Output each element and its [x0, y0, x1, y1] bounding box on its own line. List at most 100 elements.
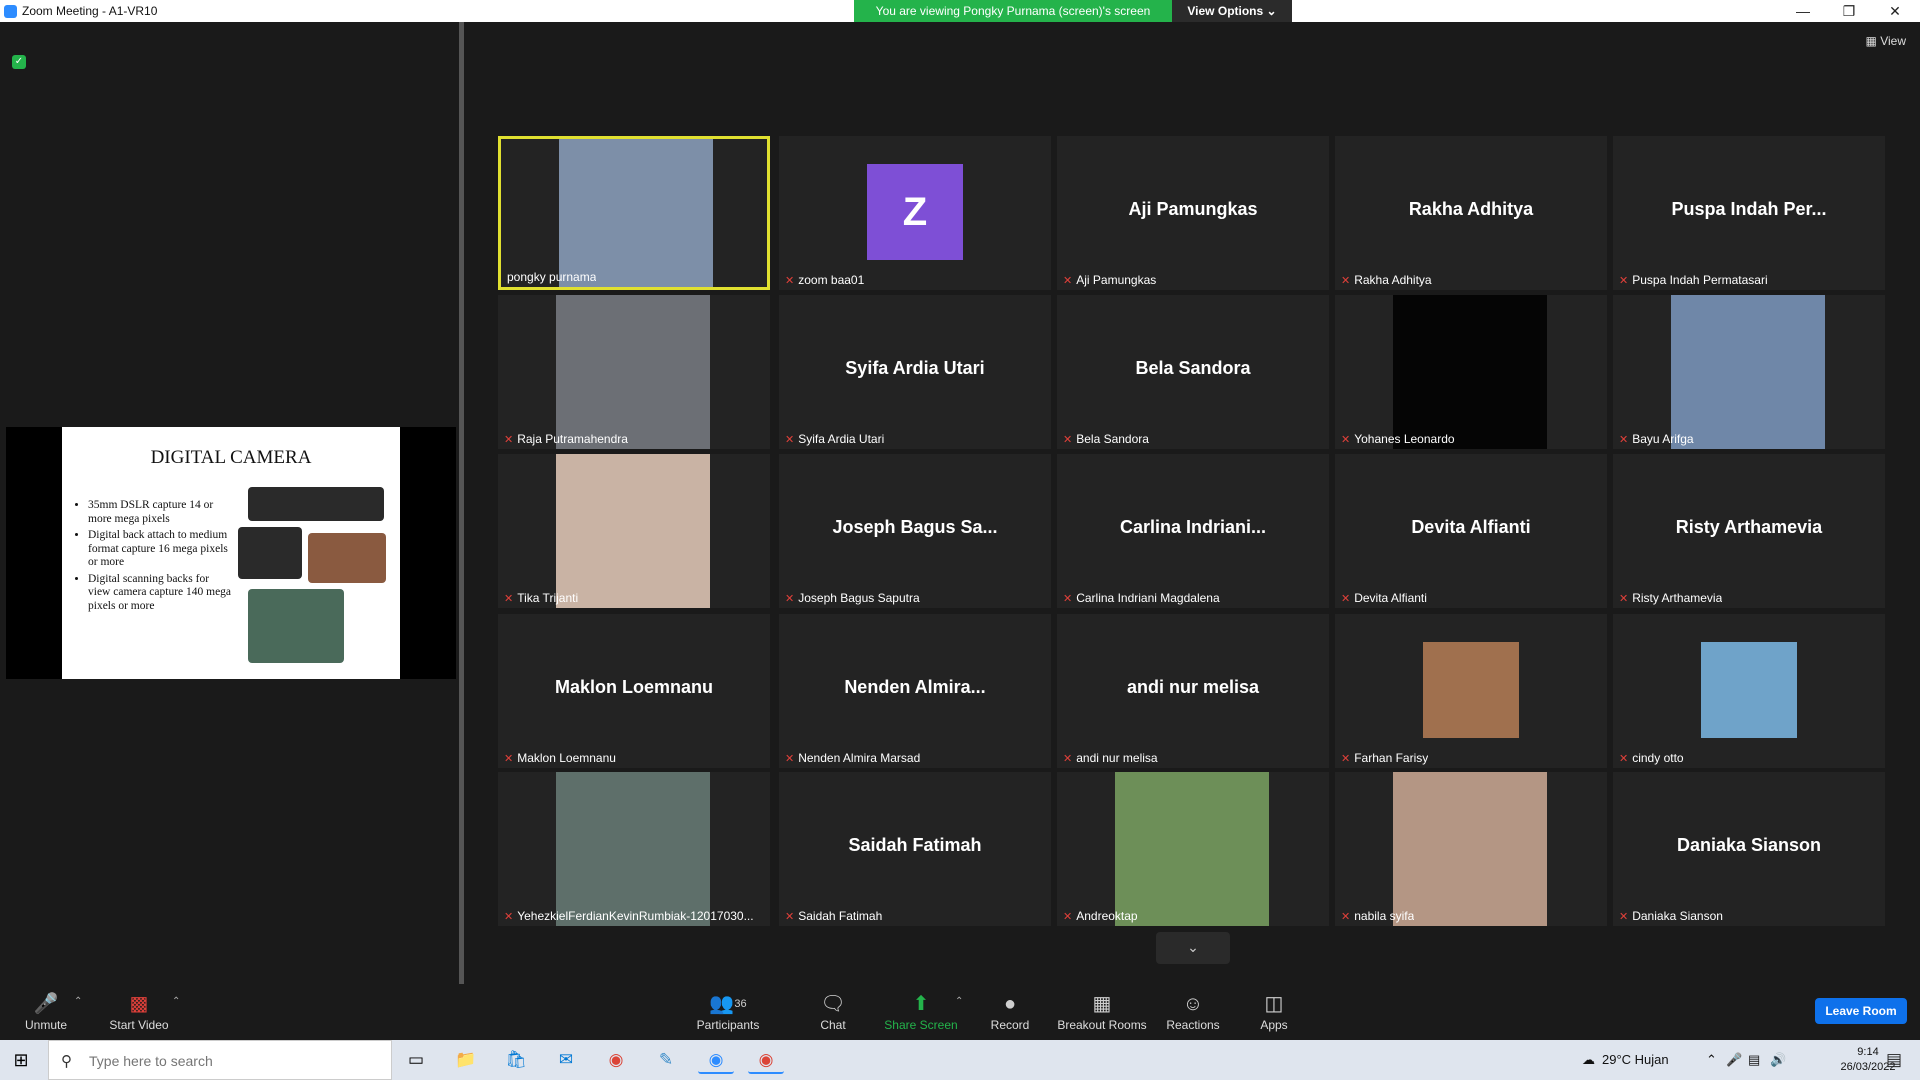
store-icon[interactable]: 🛍 — [498, 1046, 534, 1074]
chat-button[interactable]: 🗨 Chat — [808, 992, 858, 1032]
volume-icon[interactable]: 🔊 — [1770, 1052, 1786, 1068]
participant-name: Tika Trijanti — [517, 591, 579, 605]
restore-icon[interactable]: ❐ — [1826, 0, 1872, 22]
task-view-icon[interactable]: ▭ — [398, 1046, 434, 1074]
participant-name-label: ✕ Risty Arthamevia — [1619, 591, 1722, 605]
microphone-icon[interactable]: 🎤 — [1726, 1052, 1742, 1068]
participant-tile[interactable]: Carlina Indriani... ✕ Carlina Indriani Mag… — [1057, 454, 1329, 608]
notifications-icon[interactable]: ▤ — [1876, 1046, 1912, 1074]
chrome-taskbar-icon[interactable]: ◉ — [748, 1046, 784, 1074]
participant-name-label: ✕ Tika Trijanti — [504, 591, 578, 605]
participant-tile[interactable]: andi nur melisa ✕ andi nur melisa — [1057, 614, 1329, 768]
participant-tile[interactable]: ✕ Farhan Farisy — [1335, 614, 1607, 768]
taskbar-search-box[interactable]: ⚲ — [48, 1040, 392, 1080]
record-button[interactable]: ● Record — [986, 992, 1034, 1032]
weather-icon[interactable]: ☁ — [1582, 1052, 1595, 1068]
app-icon[interactable]: ✎ — [648, 1046, 684, 1074]
participant-tile[interactable]: Bela Sandora ✕ Bela Sandora — [1057, 295, 1329, 449]
share-screen-button[interactable]: ⬆ Share Screen — [880, 992, 962, 1032]
participant-video — [556, 772, 710, 926]
unmute-button[interactable]: 🎤 Unmute — [22, 992, 70, 1032]
participant-tile[interactable]: ✕ Bayu Arifga — [1613, 295, 1885, 449]
audio-options-caret-icon[interactable]: ⌃ — [74, 996, 82, 1007]
pane-splitter[interactable] — [459, 22, 464, 984]
participants-button[interactable]: 👥36 Participants — [692, 992, 764, 1032]
participant-tile[interactable]: ✕ Andreoktap — [1057, 772, 1329, 926]
participant-tile[interactable]: ✕ YehezkielFerdianKevinRumbiak-12017030..… — [498, 772, 770, 926]
participants-icon: 👥36 — [709, 993, 747, 1015]
minimize-icon[interactable]: — — [1780, 0, 1826, 22]
participant-video — [556, 295, 710, 449]
shared-screen-view[interactable]: DIGITAL CAMERA 35mm DSLR capture 14 or m… — [6, 427, 456, 679]
participant-display-name: Carlina Indriani... — [1119, 517, 1267, 537]
participant-tile[interactable]: Syifa Ardia Utari ✕ Syifa Ardia Utari — [779, 295, 1051, 449]
participant-tile[interactable]: ✕ Raja Putramahendra — [498, 295, 770, 449]
participant-tile[interactable]: pongky purnama — [498, 136, 770, 290]
slide-bullet: 35mm DSLR capture 14 or more mega pixels — [88, 499, 233, 526]
view-options-label: View Options — [1187, 4, 1264, 18]
participant-tile[interactable]: ✕ nabila syifa — [1335, 772, 1607, 926]
muted-mic-icon: ✕ — [1341, 753, 1351, 765]
participant-tile[interactable]: Devita Alfianti ✕ Devita Alfianti — [1335, 454, 1607, 608]
participant-name: Andreoktap — [1076, 909, 1138, 923]
participant-tile[interactable]: Risty Arthamevia ✕ Risty Arthamevia — [1613, 454, 1885, 608]
participant-tile[interactable]: ✕ Tika Trijanti — [498, 454, 770, 608]
grid-icon: ▦ — [1865, 34, 1877, 48]
participant-tile[interactable]: ✕ cindy otto — [1613, 614, 1885, 768]
taskbar-search-input[interactable] — [89, 1050, 379, 1072]
participant-name: Yohanes Leonardo — [1354, 432, 1455, 446]
participant-name: cindy otto — [1632, 751, 1684, 765]
shared-screen-pane[interactable]: ✓ DIGITAL CAMERA 35mm DSLR capture 14 or… — [0, 22, 460, 984]
muted-mic-icon: ✕ — [1063, 434, 1073, 446]
reactions-button[interactable]: ☺ Reactions — [1164, 992, 1222, 1032]
view-options-button[interactable]: View Options ⌄ — [1172, 0, 1292, 22]
chrome-icon[interactable]: ◉ — [598, 1046, 634, 1074]
participant-display-name: Rakha Adhitya — [1408, 199, 1534, 219]
participant-display-name: Risty Arthamevia — [1675, 517, 1823, 537]
participant-name-label: ✕ Saidah Fatimah — [785, 909, 882, 923]
weather-text[interactable]: 29°C Hujan — [1602, 1052, 1669, 1067]
gallery-next-page-button[interactable]: ⌄ — [1156, 932, 1230, 964]
muted-mic-icon: ✕ — [1619, 911, 1629, 923]
participant-tile[interactable]: Nenden Almira... ✕ Nenden Almira Marsad — [779, 614, 1051, 768]
mail-icon[interactable]: ✉ — [548, 1046, 584, 1074]
apps-button[interactable]: ◫ Apps — [1254, 992, 1294, 1032]
participant-profile-picture — [1701, 642, 1797, 738]
participant-tile[interactable]: Z ✕ zoom baa01 — [779, 136, 1051, 290]
participant-tile[interactable]: Daniaka Sianson ✕ Daniaka Sianson — [1613, 772, 1885, 926]
participant-display-name: Daniaka Sianson — [1676, 835, 1822, 855]
muted-mic-icon: ✕ — [785, 275, 795, 287]
participant-display-name: Maklon Loemnanu — [554, 677, 713, 697]
participant-tile[interactable]: ✕ Yohanes Leonardo — [1335, 295, 1607, 449]
muted-mic-icon: ✕ — [504, 434, 514, 446]
network-icon[interactable]: ▤ — [1748, 1052, 1760, 1068]
participant-tile[interactable]: Saidah Fatimah ✕ Saidah Fatimah — [779, 772, 1051, 926]
participant-tile[interactable]: Joseph Bagus Sa... ✕ Joseph Bagus Saputra — [779, 454, 1051, 608]
muted-mic-icon: ✕ — [1341, 275, 1351, 287]
muted-mic-icon: ✕ — [1341, 593, 1351, 605]
participant-display-name: andi nur melisa — [1126, 677, 1260, 697]
participant-tile[interactable]: Rakha Adhitya ✕ Rakha Adhitya — [1335, 136, 1607, 290]
windows-start-icon[interactable]: ⊞ — [10, 1049, 32, 1071]
participant-display-name: Nenden Almira... — [844, 677, 986, 697]
participant-tile[interactable]: Maklon Loemnanu ✕ Maklon Loemnanu — [498, 614, 770, 768]
participant-name: Maklon Loemnanu — [517, 751, 616, 765]
participant-name: Raja Putramahendra — [517, 432, 628, 446]
start-video-button[interactable]: ▩ Start Video — [104, 992, 174, 1032]
participant-name-label: ✕ Raja Putramahendra — [504, 432, 628, 446]
gallery-view-button[interactable]: ▦ View — [1866, 34, 1906, 48]
file-explorer-icon[interactable]: 📁 — [448, 1046, 484, 1074]
tray-overflow-icon[interactable]: ⌃ — [1706, 1052, 1717, 1068]
close-icon[interactable]: ✕ — [1872, 0, 1918, 22]
share-options-caret-icon[interactable]: ⌃ — [955, 996, 963, 1007]
zoom-taskbar-icon[interactable]: ◉ — [698, 1046, 734, 1074]
participant-tile[interactable]: Aji Pamungkas ✕ Aji Pamungkas — [1057, 136, 1329, 290]
participant-video — [1671, 295, 1825, 449]
leave-room-button[interactable]: Leave Room — [1815, 998, 1907, 1024]
video-options-caret-icon[interactable]: ⌃ — [172, 996, 180, 1007]
security-shield-icon[interactable]: ✓ — [12, 55, 26, 69]
participant-tile[interactable]: Puspa Indah Per... ✕ Puspa Indah Permatasa… — [1613, 136, 1885, 290]
breakout-rooms-button[interactable]: ▦ Breakout Rooms — [1056, 992, 1148, 1032]
participant-name-label: ✕ Andreoktap — [1063, 909, 1138, 923]
chat-icon: 🗨 — [820, 993, 846, 1015]
